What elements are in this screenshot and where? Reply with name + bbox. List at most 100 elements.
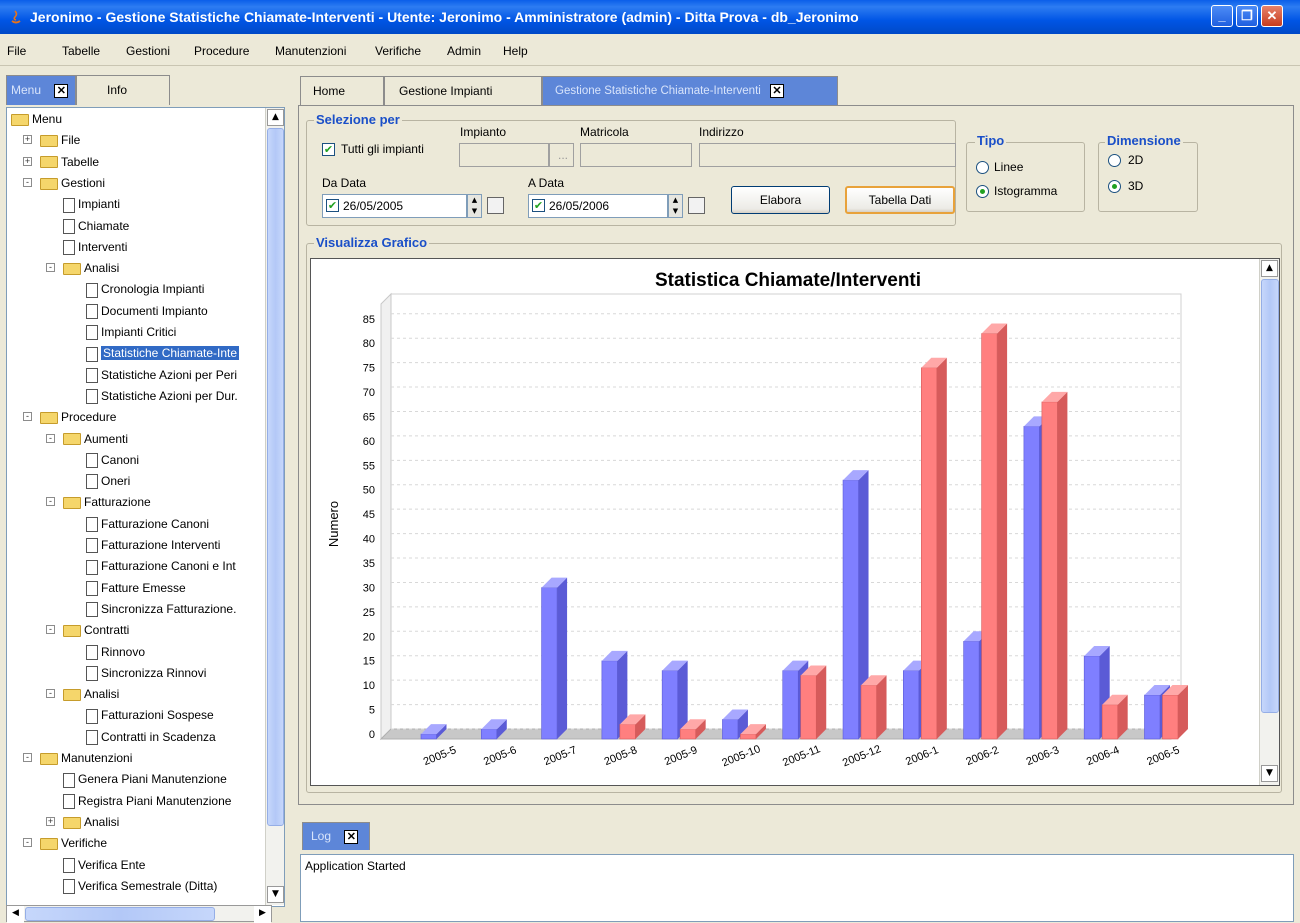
- tree-item[interactable]: Impianti Critici: [86, 322, 176, 342]
- tree-item[interactable]: Documenti Impianto: [86, 301, 208, 321]
- tree-item[interactable]: Fatturazioni Sospese: [86, 705, 214, 725]
- tree-item[interactable]: Statistiche Chiamate-Inte: [86, 343, 240, 363]
- menu-file[interactable]: File: [7, 44, 26, 58]
- tree-item[interactable]: Fatturazione Canoni e Int: [86, 556, 236, 576]
- tree-item[interactable]: Interventi: [63, 237, 127, 257]
- da-data-field[interactable]: 26/05/2005: [322, 194, 467, 218]
- tree-item[interactable]: Fatture Emesse: [86, 578, 186, 598]
- expand-icon[interactable]: +: [23, 156, 32, 166]
- tree-folder[interactable]: - Analisi: [46, 258, 119, 278]
- tree-folder[interactable]: - Procedure: [23, 407, 116, 427]
- menu-procedure[interactable]: Procedure: [194, 44, 249, 58]
- tree-hscroll-thumb[interactable]: [25, 907, 215, 921]
- scroll-right-icon[interactable]: ▶: [254, 906, 271, 923]
- elabora-button[interactable]: Elabora: [731, 186, 830, 214]
- tree-item[interactable]: Oneri: [86, 471, 130, 491]
- tree-folder[interactable]: - Contratti: [46, 620, 129, 640]
- tree-item[interactable]: Impianti: [63, 194, 120, 214]
- scroll-up-icon[interactable]: ▲: [267, 109, 284, 126]
- close-tab-icon[interactable]: ✕: [770, 83, 785, 98]
- scroll-down-icon[interactable]: ▼: [1261, 765, 1278, 782]
- tree-item[interactable]: Genera Piani Manutenzione: [63, 769, 227, 789]
- radio-linee[interactable]: [976, 161, 989, 174]
- tree-folder[interactable]: - Manutenzioni: [23, 748, 132, 768]
- tree-item[interactable]: Fatturazione Canoni: [86, 514, 209, 534]
- tree-folder[interactable]: - Fatturazione: [46, 492, 151, 512]
- a-data-checkbox[interactable]: ✔: [532, 199, 545, 212]
- scroll-down-icon[interactable]: ▼: [267, 886, 284, 903]
- tab-home[interactable]: Home: [300, 76, 384, 106]
- tree-folder[interactable]: + Analisi: [46, 812, 119, 832]
- close-tab-icon[interactable]: ✕: [344, 829, 359, 844]
- collapse-icon[interactable]: -: [23, 838, 32, 848]
- expand-icon[interactable]: +: [46, 816, 55, 826]
- collapse-icon[interactable]: -: [23, 412, 32, 422]
- tree-item[interactable]: Registra Piani Manutenzione: [63, 791, 231, 811]
- tab-gestione-impianti[interactable]: Gestione Impianti: [384, 76, 542, 106]
- expand-icon[interactable]: +: [23, 135, 32, 145]
- tab-info[interactable]: Info: [76, 75, 170, 105]
- scroll-up-icon[interactable]: ▲: [1261, 260, 1278, 277]
- scroll-left-icon[interactable]: ◀: [7, 906, 24, 923]
- close-tab-icon[interactable]: ✕: [54, 83, 69, 98]
- tree-folder[interactable]: - Verifiche: [23, 833, 107, 853]
- da-data-spinner[interactable]: ▲ ▼: [467, 194, 482, 218]
- radio-istogramma[interactable]: [976, 185, 989, 198]
- collapse-icon[interactable]: -: [23, 177, 32, 187]
- close-icon[interactable]: ✕: [1261, 5, 1283, 27]
- tree-item[interactable]: Verifica Semestrale (Ditta): [63, 876, 217, 896]
- menu-gestioni[interactable]: Gestioni: [126, 44, 170, 58]
- radio-3d[interactable]: [1108, 180, 1121, 193]
- tree-item[interactable]: Statistiche Azioni per Dur.: [86, 386, 238, 406]
- radio-2d[interactable]: [1108, 154, 1121, 167]
- window-title-bar[interactable]: Jeronimo - Gestione Statistiche Chiamate…: [0, 0, 1300, 34]
- tab-log[interactable]: Log ✕: [302, 822, 370, 850]
- collapse-icon[interactable]: -: [46, 433, 55, 443]
- collapse-icon[interactable]: -: [46, 263, 55, 273]
- a-data-spinner[interactable]: ▲ ▼: [668, 194, 683, 218]
- indirizzo-field[interactable]: [699, 143, 956, 167]
- collapse-icon[interactable]: -: [46, 625, 55, 635]
- tree-item[interactable]: Sincronizza Fatturazione.: [86, 599, 236, 619]
- tree-item[interactable]: Contratti in Scadenza: [86, 727, 216, 747]
- tab-gestione-statistiche[interactable]: Gestione Statistiche Chiamate-Interventi…: [542, 76, 838, 106]
- da-data-checkbox[interactable]: ✔: [326, 199, 339, 212]
- tree-folder[interactable]: + File: [23, 130, 80, 150]
- calendar-icon[interactable]: [487, 197, 504, 214]
- tree-scroll-thumb[interactable]: [267, 128, 284, 826]
- all-plants-checkbox[interactable]: ✔: [322, 143, 335, 156]
- log-output[interactable]: Application Started: [300, 854, 1294, 922]
- tree-item[interactable]: Chiamate: [63, 216, 129, 236]
- tree-item[interactable]: Cronologia Impianti: [86, 279, 204, 299]
- chart-scroll-thumb[interactable]: [1261, 279, 1279, 713]
- minimize-icon[interactable]: _: [1211, 5, 1233, 27]
- tree-horizontal-scrollbar[interactable]: ◀ ▶: [6, 905, 272, 923]
- menu-admin[interactable]: Admin: [447, 44, 481, 58]
- tree-item[interactable]: Fatturazione Interventi: [86, 535, 220, 555]
- menu-verifiche[interactable]: Verifiche: [375, 44, 421, 58]
- tree-item[interactable]: Verifica Ente: [63, 855, 145, 875]
- tree-item[interactable]: Canoni: [86, 450, 139, 470]
- collapse-icon[interactable]: -: [46, 497, 55, 507]
- chart-vertical-scrollbar[interactable]: ▲ ▼: [1259, 259, 1279, 785]
- a-data-field[interactable]: 26/05/2006: [528, 194, 668, 218]
- matricola-field[interactable]: [580, 143, 692, 167]
- maximize-icon[interactable]: ❐: [1236, 5, 1258, 27]
- impianto-field[interactable]: [459, 143, 549, 167]
- tree-item[interactable]: Sincronizza Rinnovi: [86, 663, 206, 683]
- calendar-icon[interactable]: [688, 197, 705, 214]
- tabella-dati-button[interactable]: Tabella Dati: [845, 186, 955, 214]
- tree-folder[interactable]: - Gestioni: [23, 173, 105, 193]
- menu-help[interactable]: Help: [503, 44, 528, 58]
- tree-folder[interactable]: - Analisi: [46, 684, 119, 704]
- tab-menu[interactable]: Menu ✕: [6, 75, 76, 105]
- tree-folder[interactable]: - Aumenti: [46, 429, 128, 449]
- collapse-icon[interactable]: -: [46, 689, 55, 699]
- tree-folder[interactable]: Menu: [11, 109, 62, 129]
- tree-folder[interactable]: + Tabelle: [23, 152, 99, 172]
- tree-item[interactable]: Statistiche Azioni per Peri: [86, 365, 237, 385]
- collapse-icon[interactable]: -: [23, 753, 32, 762]
- menu-tabelle[interactable]: Tabelle: [62, 44, 100, 58]
- tree-item[interactable]: Rinnovo: [86, 642, 145, 662]
- tree-vertical-scrollbar[interactable]: ▲ ▼: [265, 108, 284, 905]
